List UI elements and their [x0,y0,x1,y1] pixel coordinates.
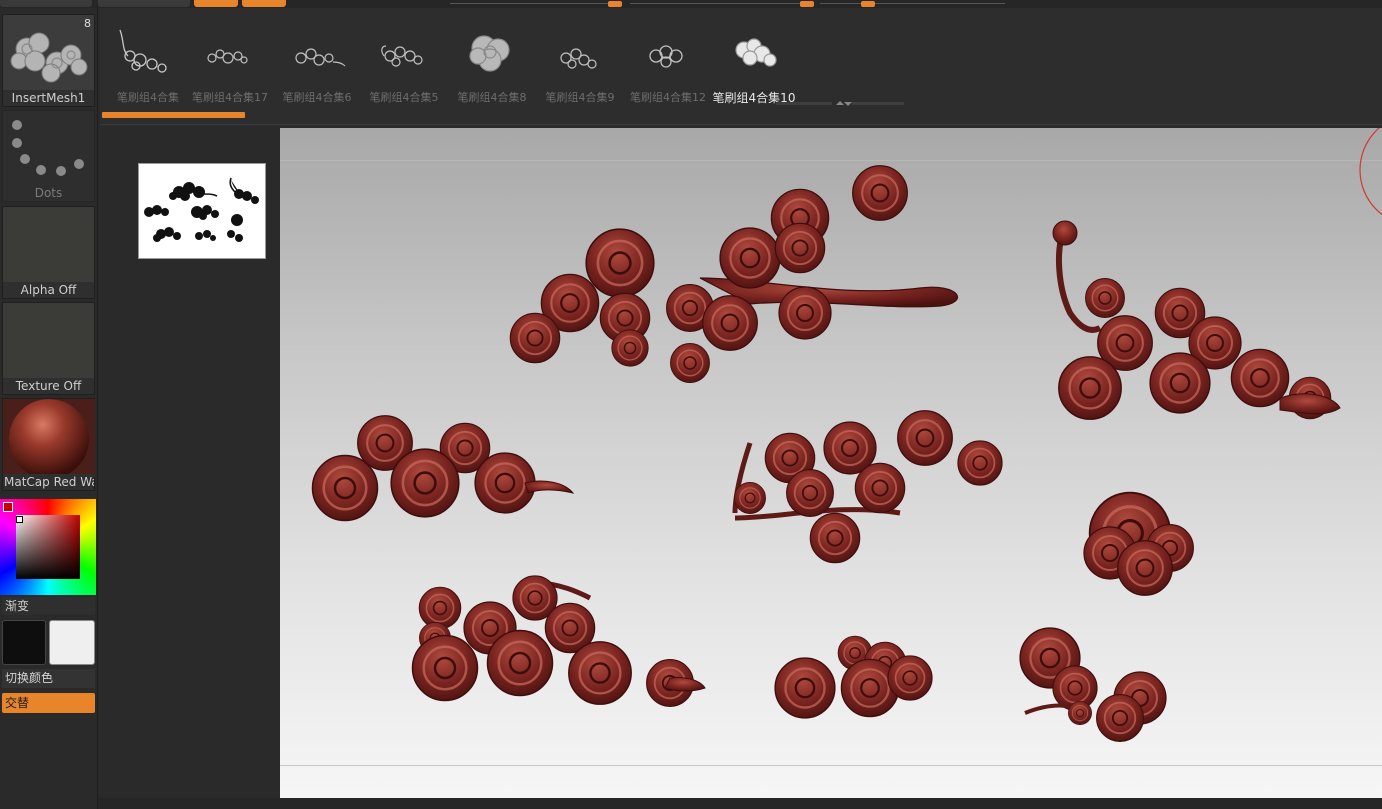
insert-mesh-tile[interactable]: 8 InsertMesh1 [2,14,95,107]
secondary-color-swatch[interactable] [49,620,95,665]
brush-label: 笔刷组4合集 [117,91,179,104]
insert-mesh-label: InsertMesh1 [3,90,94,106]
toolbar-button-2[interactable] [98,0,190,7]
hue-marker[interactable] [3,502,13,512]
brush-alpha-preview [138,163,266,259]
brush-item[interactable]: 笔刷组4合集17 [188,16,272,106]
canvas-boundary-line [280,765,1382,766]
divider [100,124,1382,125]
cloud-brush-icon [560,48,597,69]
sculpted-clouds [311,164,1341,743]
brush-item[interactable]: 笔刷组4合集9 [538,16,622,106]
slider-knob-3[interactable] [861,1,875,7]
toolbar-orange-button-2[interactable] [242,0,286,7]
left-tray: 8 InsertMesh1 Dots Alpha Off Texture Off… [0,8,98,809]
brush-item[interactable]: 笔刷组4合集8 [450,16,534,106]
cloud-cluster-2 [1052,220,1341,421]
color-picker-square[interactable] [16,515,80,579]
slider-knob-1[interactable] [608,1,622,7]
alpha-tile[interactable]: Alpha Off [2,206,95,299]
dots-stroke-icon [12,120,84,176]
cloud-cluster-6 [411,575,706,708]
brush-label: 笔刷组4合集6 [282,91,352,104]
cloud-mesh-icon [10,32,88,83]
top-toolbar [0,0,1382,8]
brush-label: 笔刷组4合集9 [545,91,615,104]
brush-strip: 笔刷组4合集 笔刷组4合集17 笔刷组4合集6 笔刷组4合集5 笔刷组4合集8 … [100,8,1382,126]
brush-label: 笔刷组4合集5 [369,91,439,104]
brush-item[interactable]: 笔刷组4合集12 [626,16,710,106]
brush-label: 笔刷组4合集17 [192,91,268,104]
toolbar-button-1[interactable] [0,0,92,7]
primary-color-swatch[interactable] [2,620,46,665]
brush-item[interactable]: 笔刷组4合集 [106,16,190,106]
slider-track-3[interactable] [820,3,1005,4]
switch-color-button[interactable]: 切换颜色 [2,669,95,688]
cloud-brush-icon [469,35,510,72]
collapse-handle-icon[interactable] [776,101,904,106]
stroke-label: Dots [34,186,63,200]
cloud-brush-icon [207,49,248,64]
material-label: MatCap Red Wax [3,474,94,490]
alpha-label: Alpha Off [3,282,94,298]
slider-track-1[interactable] [450,3,620,4]
slider-track-2[interactable] [630,3,810,4]
alternate-button[interactable]: 交替 [2,693,95,713]
material-tile[interactable]: MatCap Red Wax [2,398,95,491]
cloud-brush-icon [119,29,167,73]
stroke-tile[interactable]: Dots [2,110,95,202]
matcap-sphere-icon [3,399,95,477]
toolbar-orange-button-1[interactable] [194,0,238,7]
bottom-shelf [98,798,1382,809]
document-canvas[interactable] [280,128,1382,798]
brush-label: 笔刷组4合集8 [457,91,527,104]
texture-tile[interactable]: Texture Off [2,302,95,395]
cloud-cluster-8 [1018,626,1167,743]
cloud-cluster-1 [509,164,959,384]
slider-knob-2[interactable] [800,1,814,7]
brush-item[interactable]: 笔刷组4合集5 [362,16,446,106]
cloud-brush-icon [735,38,777,67]
cloud-brush-icon [649,45,683,68]
cloud-brush-icon [381,45,423,67]
zbrush-window: 8 InsertMesh1 Dots Alpha Off Texture Off… [0,0,1382,809]
picker-marker[interactable] [16,516,23,523]
clouds-alpha-thumbnail [144,177,259,242]
gradient-label[interactable]: 渐变 [2,597,95,615]
cloud-brush-icon [295,48,346,67]
brush-strip-scrollbar[interactable] [102,112,245,118]
brush-item[interactable]: 笔刷组4合集6 [275,16,359,106]
cloud-cluster-7 [773,635,933,720]
brush-label: 笔刷组4合集12 [630,91,706,104]
brush-item-active[interactable]: 笔刷组4合集10 [712,16,796,106]
cloud-cluster-4 [732,409,1003,564]
color-picker[interactable] [0,499,96,595]
cloud-cluster-5 [1083,491,1195,597]
texture-label: Texture Off [3,378,94,394]
cloud-cluster-3 [311,414,575,522]
